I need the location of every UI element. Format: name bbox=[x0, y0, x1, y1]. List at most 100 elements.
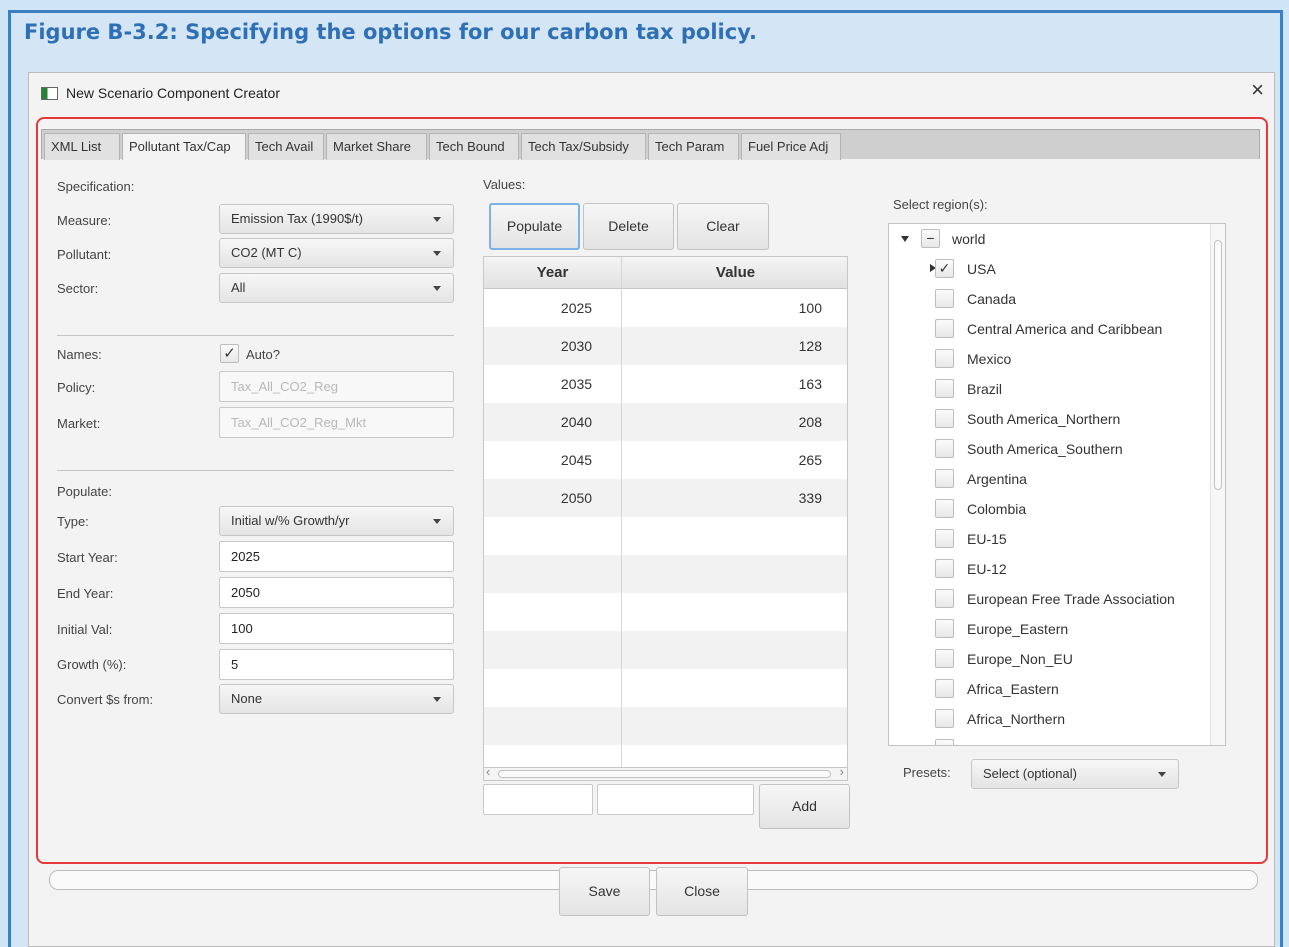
chevron-down-icon bbox=[1158, 772, 1166, 777]
new-year-input[interactable] bbox=[483, 784, 593, 815]
window-close-button[interactable]: × bbox=[1251, 79, 1264, 101]
measure-select[interactable]: Emission Tax (1990$/t) bbox=[219, 204, 454, 234]
region-checkbox[interactable]: ✓ bbox=[935, 259, 954, 278]
market-field[interactable]: Tax_All_CO2_Reg_Mkt bbox=[219, 407, 454, 438]
growth-field[interactable]: 5 bbox=[219, 649, 454, 680]
auto-checkbox[interactable]: ✓ bbox=[220, 344, 239, 363]
region-checkbox[interactable] bbox=[935, 469, 954, 488]
sector-select[interactable]: All bbox=[219, 273, 454, 303]
delete-button[interactable]: Delete bbox=[583, 203, 674, 250]
scroll-left-icon[interactable]: ‹ bbox=[486, 764, 490, 779]
region-checkbox[interactable] bbox=[935, 589, 954, 608]
table-row[interactable]: 2025 100 bbox=[484, 289, 847, 327]
save-button[interactable]: Save bbox=[559, 867, 650, 916]
region-checkbox[interactable] bbox=[935, 289, 954, 308]
region-checkbox[interactable] bbox=[935, 349, 954, 368]
year-cell: 2030 bbox=[560, 338, 593, 354]
tab-xml-list[interactable]: XML List bbox=[44, 133, 120, 160]
initial-val-label: Initial Val: bbox=[57, 622, 113, 637]
tab-fuel-price-adj[interactable]: Fuel Price Adj bbox=[741, 133, 841, 160]
pollutant-value: CO2 (MT C) bbox=[231, 245, 302, 260]
value-column-header[interactable]: Value bbox=[622, 257, 847, 289]
presets-select[interactable]: Select (optional) bbox=[971, 759, 1179, 789]
table-row[interactable]: 2050 339 bbox=[484, 479, 847, 517]
empty-row bbox=[484, 517, 847, 555]
tree-item[interactable]: South America_Southern bbox=[889, 434, 1209, 464]
region-label: Africa_Northern bbox=[967, 711, 1066, 727]
region-checkbox[interactable] bbox=[935, 649, 954, 668]
start-year-field[interactable]: 2025 bbox=[219, 541, 454, 572]
populate-button[interactable]: Populate bbox=[489, 203, 580, 250]
region-checkbox[interactable] bbox=[935, 409, 954, 428]
end-year-field[interactable]: 2050 bbox=[219, 577, 454, 608]
region-checkbox[interactable] bbox=[935, 379, 954, 398]
table-row[interactable]: 2030 128 bbox=[484, 327, 847, 365]
tree-item[interactable]: Colombia bbox=[889, 494, 1209, 524]
tree-item[interactable]: European Free Trade Association bbox=[889, 584, 1209, 614]
measure-label: Measure: bbox=[57, 213, 112, 228]
region-checkbox[interactable] bbox=[935, 439, 954, 458]
tree-item[interactable]: South America_Northern bbox=[889, 404, 1209, 434]
region-checkbox[interactable] bbox=[935, 529, 954, 548]
tree-item[interactable]: Brazil bbox=[889, 374, 1209, 404]
tab-bar: XML List Pollutant Tax/Cap Tech Avail Ma… bbox=[41, 129, 1260, 160]
empty-row bbox=[484, 631, 847, 669]
close-button[interactable]: Close bbox=[656, 867, 748, 916]
region-vertical-scrollbar[interactable] bbox=[1210, 224, 1225, 745]
tab-pollutant-tax-cap[interactable]: Pollutant Tax/Cap bbox=[122, 133, 246, 160]
region-checkbox[interactable] bbox=[935, 679, 954, 698]
region-checkbox[interactable] bbox=[935, 709, 954, 728]
region-label: Colombia bbox=[967, 501, 1027, 517]
table-horizontal-scrollbar[interactable]: ‹ › bbox=[483, 764, 848, 781]
empty-row bbox=[484, 555, 847, 593]
tab-tech-param[interactable]: Tech Param bbox=[648, 133, 739, 160]
tree-item[interactable] bbox=[889, 734, 1209, 745]
tree-item[interactable]: Africa_Eastern bbox=[889, 674, 1209, 704]
collapse-icon[interactable] bbox=[901, 236, 909, 242]
tab-tech-tax-subsidy[interactable]: Tech Tax/Subsidy bbox=[521, 133, 646, 160]
tree-item[interactable]: EU-12 bbox=[889, 554, 1209, 584]
tree-item[interactable]: Mexico bbox=[889, 344, 1209, 374]
initial-val-field[interactable]: 100 bbox=[219, 613, 454, 644]
table-row[interactable]: 2045 265 bbox=[484, 441, 847, 479]
scrollbar-thumb[interactable] bbox=[498, 770, 831, 778]
app-icon bbox=[41, 87, 58, 100]
region-checkbox[interactable] bbox=[935, 739, 954, 745]
scrollbar-thumb[interactable] bbox=[1214, 240, 1222, 490]
region-checkbox[interactable] bbox=[935, 559, 954, 578]
scroll-right-icon[interactable]: › bbox=[840, 764, 844, 779]
tree-item[interactable]: Europe_Non_EU bbox=[889, 644, 1209, 674]
convert-select[interactable]: None bbox=[219, 684, 454, 714]
tree-item[interactable]: Canada bbox=[889, 284, 1209, 314]
tree-item[interactable]: Europe_Eastern bbox=[889, 614, 1209, 644]
presets-label: Presets: bbox=[903, 765, 951, 780]
table-row[interactable]: 2035 163 bbox=[484, 365, 847, 403]
tab-market-share[interactable]: Market Share bbox=[326, 133, 427, 160]
table-row[interactable]: 2040 208 bbox=[484, 403, 847, 441]
scenario-dialog: New Scenario Component Creator × XML Lis… bbox=[28, 72, 1275, 947]
market-label: Market: bbox=[57, 416, 101, 431]
tree-item[interactable]: Argentina bbox=[889, 464, 1209, 494]
tab-tech-avail[interactable]: Tech Avail bbox=[248, 133, 324, 160]
new-value-input[interactable] bbox=[597, 784, 754, 815]
world-checkbox[interactable]: − bbox=[921, 229, 940, 248]
tree-item[interactable]: Africa_Northern bbox=[889, 704, 1209, 734]
measure-value: Emission Tax (1990$/t) bbox=[231, 211, 363, 226]
year-column-header[interactable]: Year bbox=[484, 257, 621, 289]
region-checkbox[interactable] bbox=[935, 499, 954, 518]
tree-item-world[interactable]: − world bbox=[889, 224, 1209, 254]
tab-tech-bound[interactable]: Tech Bound bbox=[429, 133, 519, 160]
year-cell: 2040 bbox=[560, 414, 593, 430]
region-label: Europe_Non_EU bbox=[967, 651, 1073, 667]
region-checkbox[interactable] bbox=[935, 319, 954, 338]
region-checkbox[interactable] bbox=[935, 619, 954, 638]
clear-button[interactable]: Clear bbox=[677, 203, 769, 250]
policy-field[interactable]: Tax_All_CO2_Reg bbox=[219, 371, 454, 402]
names-label: Names: bbox=[57, 347, 102, 362]
add-button[interactable]: Add bbox=[759, 784, 850, 829]
type-select[interactable]: Initial w/% Growth/yr bbox=[219, 506, 454, 536]
tree-item[interactable]: Central America and Caribbean bbox=[889, 314, 1209, 344]
pollutant-select[interactable]: CO2 (MT C) bbox=[219, 238, 454, 268]
tree-item[interactable]: EU-15 bbox=[889, 524, 1209, 554]
tree-item-usa[interactable]: ✓ USA bbox=[889, 254, 1209, 284]
